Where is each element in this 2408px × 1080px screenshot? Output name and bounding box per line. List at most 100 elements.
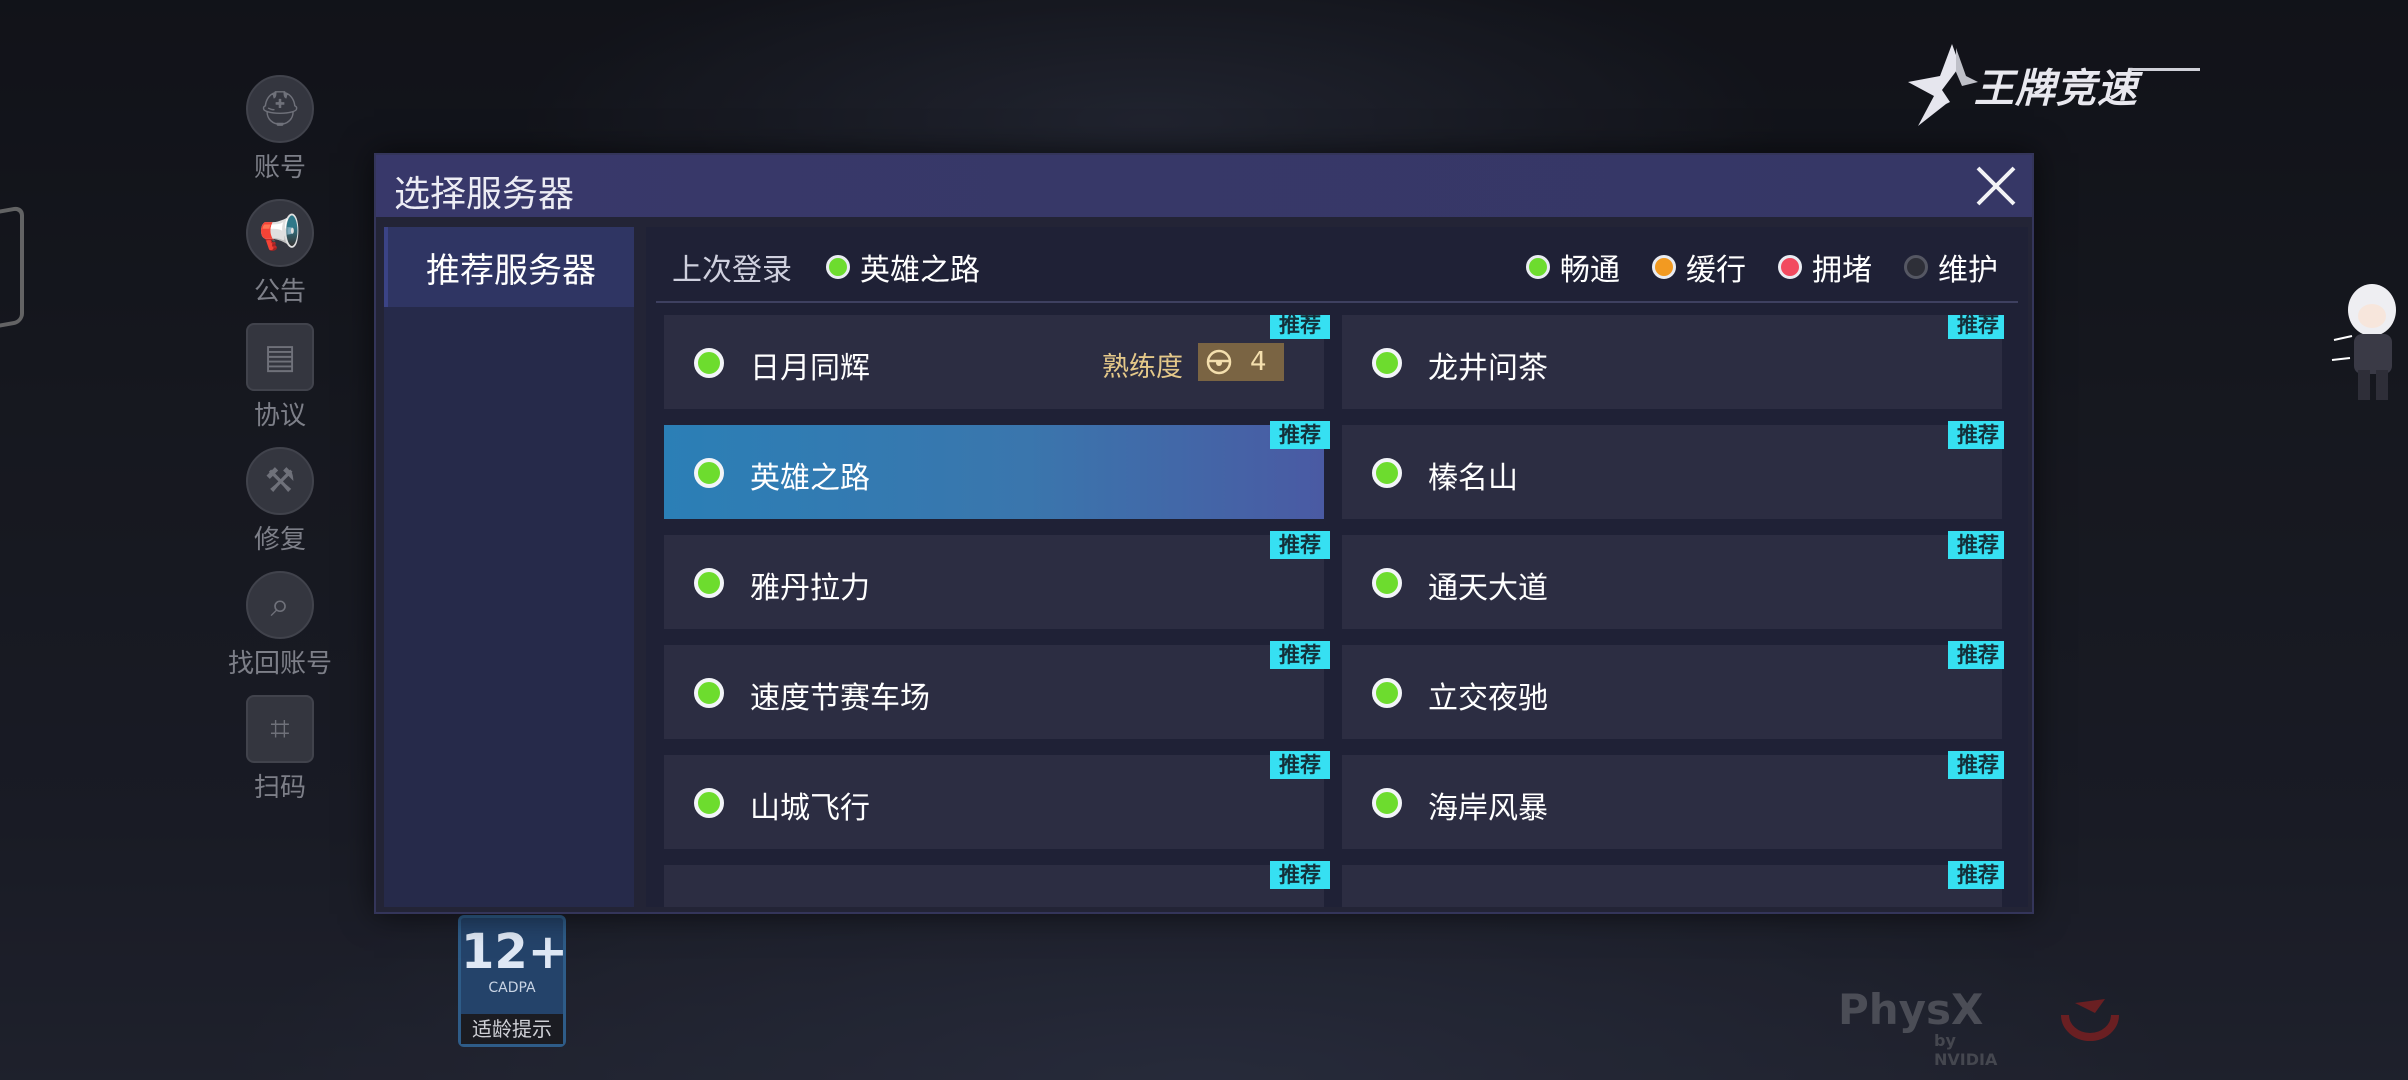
recommend-tag: 推荐 — [1948, 531, 2004, 559]
side-item-label: 扫码 — [253, 773, 306, 803]
recommend-tag: 推荐 — [1948, 315, 2004, 339]
server-name: 日月同辉 — [750, 351, 870, 386]
megaphone-icon: 📢 — [246, 199, 314, 267]
dialog-header: 选择服务器 — [376, 155, 2032, 217]
side-item-label: 账号 — [253, 153, 306, 183]
server-name: 榛名山 — [1428, 461, 1518, 496]
side-item-label: 修复 — [253, 525, 306, 555]
server-name: 山城飞行 — [750, 791, 870, 826]
recommend-tag: 推荐 — [1948, 861, 2004, 889]
server-name: 立交夜驰 — [1428, 681, 1548, 716]
recommend-tag: 推荐 — [1948, 641, 2004, 669]
side-item-repair[interactable]: ⚒ 修复 — [220, 447, 340, 571]
legend-label: 维护 — [1938, 253, 1998, 288]
last-login-server[interactable]: 英雄之路 — [826, 245, 980, 289]
status-dot-icon — [1372, 568, 1402, 598]
side-item-label: 找回账号 — [227, 649, 332, 679]
status-dot-icon — [1778, 255, 1802, 279]
helmet-icon: ⛑ — [246, 75, 314, 143]
server-item[interactable]: 日月同辉 熟练度 4 推荐 — [664, 315, 1330, 409]
server-name: 英雄之路 — [750, 461, 870, 496]
side-item-label: 协议 — [253, 401, 306, 431]
status-dot-icon — [694, 678, 724, 708]
recommend-tag: 推荐 — [1270, 531, 1330, 559]
status-dot-icon — [694, 568, 724, 598]
physx-logo: PhysX by NVIDIA — [1838, 985, 1997, 1069]
side-item-recover-account[interactable]: ⌕ 找回账号 — [220, 571, 340, 695]
server-category-tabs: 推荐服务器 — [384, 227, 634, 907]
server-item[interactable]: 推荐 — [1342, 861, 2004, 907]
side-item-agreement[interactable]: ▤ 协议 — [220, 323, 340, 447]
server-name: 海岸风暴 — [1428, 791, 1548, 826]
server-list-panel: 上次登录 英雄之路 畅通 缓行 拥堵 维护 日月同辉 熟练度 4 推荐 龙井问茶… — [646, 227, 2028, 907]
side-item-account[interactable]: ⛑ 账号 — [220, 75, 340, 199]
recommend-tag: 推荐 — [1270, 421, 1330, 449]
dialog-title: 选择服务器 — [394, 174, 575, 215]
proficiency-value: 4 — [1250, 347, 1267, 377]
status-dot-icon — [694, 788, 724, 818]
status-dot-icon — [694, 458, 724, 488]
age-rating-value: 12+ — [461, 924, 569, 980]
logo-star-icon — [1908, 44, 1978, 126]
close-icon — [1976, 166, 2016, 206]
server-grid: 日月同辉 熟练度 4 推荐 龙井问茶 推荐 英雄之路 推荐 榛名山 推荐 雅丹拉… — [664, 315, 2004, 907]
legend-item-busy: 拥堵 — [1778, 245, 1872, 289]
status-dot-icon — [1372, 348, 1402, 378]
server-name: 龙井问茶 — [1428, 351, 1548, 386]
age-rating-text: 适龄提示 — [461, 1014, 563, 1044]
side-item-notice[interactable]: 📢 公告 — [220, 199, 340, 323]
server-item[interactable]: 立交夜驰 推荐 — [1342, 641, 2004, 739]
logo-bar — [2130, 68, 2200, 71]
server-item[interactable]: 速度节赛车场 推荐 — [664, 641, 1330, 739]
status-dot-icon — [1652, 255, 1676, 279]
side-item-scan[interactable]: ⌗ 扫码 — [220, 695, 340, 819]
server-item[interactable]: 榛名山 推荐 — [1342, 421, 2004, 519]
wrench-icon: ⚒ — [246, 447, 314, 515]
side-menu: ⛑ 账号 📢 公告 ▤ 协议 ⚒ 修复 ⌕ 找回账号 ⌗ 扫码 — [220, 75, 340, 819]
server-name: 速度节赛车场 — [750, 681, 930, 716]
server-item[interactable]: 雅丹拉力 推荐 — [664, 531, 1330, 629]
last-login-label: 上次登录 — [672, 253, 792, 288]
side-item-label: 公告 — [253, 277, 306, 307]
recommend-tag: 推荐 — [1270, 641, 1330, 669]
scan-icon: ⌗ — [246, 695, 314, 763]
recommend-tag: 推荐 — [1270, 751, 1330, 779]
legend-label: 畅通 — [1560, 253, 1620, 288]
server-item[interactable]: 海岸风暴 推荐 — [1342, 751, 2004, 849]
server-item[interactable]: 山城飞行 推荐 — [664, 751, 1330, 849]
status-dot-icon — [1372, 458, 1402, 488]
server-name: 雅丹拉力 — [750, 571, 870, 606]
server-item[interactable]: 推荐 — [664, 861, 1330, 907]
legend-item-maintenance: 维护 — [1904, 245, 1998, 289]
legend-item-smooth: 畅通 — [1526, 245, 1620, 289]
recommend-tag: 推荐 — [1948, 751, 2004, 779]
mascot-character-icon[interactable] — [2330, 270, 2408, 410]
proficiency-badge: 4 — [1198, 343, 1284, 381]
status-dot-icon — [826, 255, 850, 279]
publisher-mark-icon — [2061, 999, 2119, 1041]
left-edge-icon — [0, 205, 24, 333]
physx-main: PhysX — [1838, 985, 1984, 1034]
steering-wheel-icon — [1206, 349, 1232, 375]
status-legend: 畅通 缓行 拥堵 维护 — [1526, 245, 1998, 289]
age-rating-badge: 12+ CADPA 适龄提示 — [458, 915, 569, 1047]
status-dot-icon — [1904, 255, 1928, 279]
server-item-selected[interactable]: 英雄之路 推荐 — [664, 421, 1330, 519]
close-button[interactable] — [1970, 160, 2022, 212]
document-icon: ▤ — [246, 323, 314, 391]
last-login-server-name: 英雄之路 — [860, 253, 980, 288]
physx-sub: by NVIDIA — [1934, 1031, 1998, 1069]
status-dot-icon — [1526, 255, 1550, 279]
recommend-tag: 推荐 — [1270, 861, 1330, 889]
server-item[interactable]: 通天大道 推荐 — [1342, 531, 2004, 629]
status-dot-icon — [1372, 678, 1402, 708]
legend-item-slow: 缓行 — [1652, 245, 1746, 289]
status-dot-icon — [1372, 788, 1402, 818]
legend-label: 缓行 — [1686, 253, 1746, 288]
game-logo: 王牌竞速 — [1900, 40, 2200, 130]
logo-text: 王牌竞速 — [1974, 66, 2138, 112]
account-search-icon: ⌕ — [246, 571, 314, 639]
tab-recommended-servers[interactable]: 推荐服务器 — [384, 227, 634, 307]
recommend-tag: 推荐 — [1948, 421, 2004, 449]
server-item[interactable]: 龙井问茶 推荐 — [1342, 315, 2004, 409]
